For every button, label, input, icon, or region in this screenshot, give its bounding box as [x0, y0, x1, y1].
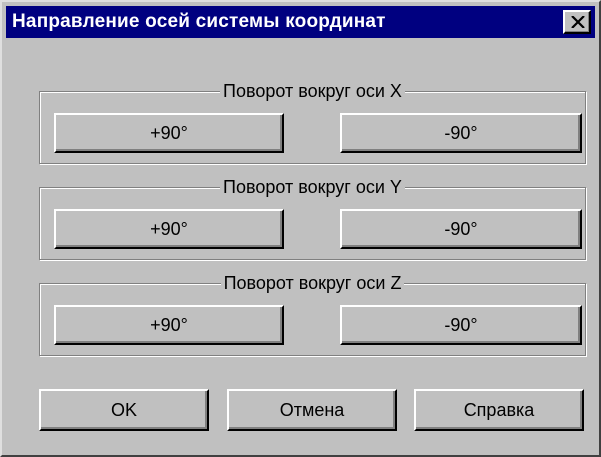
rotate-z-label: Поворот вокруг оси Z — [220, 273, 405, 293]
rotate-y-plus90-button[interactable]: +90° — [54, 209, 284, 249]
rotate-x-group: Поворот вокруг оси X +90° -90° — [39, 81, 586, 164]
rotate-x-label: Поворот вокруг оси X — [220, 81, 405, 101]
title-bar[interactable]: Направление осей системы координат — [6, 6, 595, 38]
rotate-y-minus90-button[interactable]: -90° — [340, 209, 582, 249]
rotate-x-minus90-button[interactable]: -90° — [340, 113, 582, 153]
rotate-y-label: Поворот вокруг оси Y — [220, 177, 405, 197]
help-button[interactable]: Справка — [414, 389, 584, 431]
rotate-z-group: Поворот вокруг оси Z +90° -90° — [39, 273, 586, 356]
coordinate-axes-dialog: Направление осей системы координат Повор… — [0, 0, 601, 457]
close-icon — [571, 16, 585, 28]
cancel-button[interactable]: Отмена — [227, 389, 397, 431]
dialog-title: Направление осей системы координат — [12, 11, 386, 32]
ok-button[interactable]: OK — [39, 389, 209, 431]
rotate-z-minus90-button[interactable]: -90° — [340, 305, 582, 345]
rotate-z-plus90-button[interactable]: +90° — [54, 305, 284, 345]
rotate-y-group: Поворот вокруг оси Y +90° -90° — [39, 177, 586, 260]
rotate-x-plus90-button[interactable]: +90° — [54, 113, 284, 153]
close-button[interactable] — [563, 10, 591, 34]
